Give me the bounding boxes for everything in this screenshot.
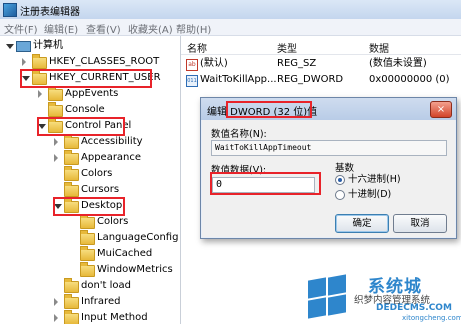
base-group: 基数 十六进制(H) 十进制(D) [335,160,448,200]
highlight-box-value-data [210,172,321,195]
folder-icon [64,182,79,197]
menu-file[interactable]: 文件(F) [4,21,38,36]
registry-tree: 计算机 HKEY_CLASSES_ROOT HKEY_CURRENT_USER … [0,36,181,324]
highlight-box-dialog-title [226,101,312,118]
watermark-url: xitongcheng.com [402,314,461,322]
column-header-data[interactable]: 数据 [369,40,389,55]
value-name: WaitToKillApp... [200,74,277,85]
value-name-label: 数值名称(N): [211,129,267,140]
dialog-body: 数值名称(N): WaitToKillAppTimeout 数值数据(V): 0… [202,120,455,237]
highlight-box-desktop [53,197,125,216]
folder-icon [80,230,95,245]
value-row[interactable]: 011 WaitToKillApp... REG_DWORD 0x0000000… [181,72,461,88]
folder-icon [80,262,95,277]
menu-edit[interactable]: 编辑(E) [44,21,78,36]
ok-button[interactable]: 确定 [335,214,389,233]
folder-icon [80,246,95,261]
windows-logo-icon [306,274,348,319]
folder-icon [64,278,79,293]
header-divider [181,54,461,55]
expand-arrow-icon[interactable] [54,154,58,162]
highlight-box-hkcu [20,69,152,88]
expand-arrow-icon[interactable] [54,298,58,306]
folder-icon [64,166,79,181]
expand-arrow-icon[interactable] [54,138,58,146]
menu-favorites[interactable]: 收藏夹(A) [128,21,173,36]
value-row[interactable]: ab (默认) REG_SZ (数值未设置) [181,56,461,72]
expand-arrow-icon[interactable] [38,90,42,98]
site-watermark: 系统城 织梦内容管理系统 DEDECMS.COM xitongcheng.com [306,270,461,324]
computer-icon [16,41,31,52]
menu-view[interactable]: 查看(V) [86,21,121,36]
value-type: REG_DWORD [277,74,344,85]
folder-icon [48,86,63,101]
binary-value-icon: 011 [186,75,198,87]
watermark-domain: DEDECMS.COM [376,303,452,313]
folder-icon [64,150,79,165]
value-name-field: WaitToKillAppTimeout [211,140,447,156]
folder-icon [64,294,79,309]
window-title: 注册表编辑器 [20,7,80,18]
folder-icon [32,54,47,69]
folder-icon [48,102,63,117]
column-header-name[interactable]: 名称 [187,40,207,55]
radio-unselected-icon[interactable] [335,190,345,200]
collapse-arrow-icon[interactable] [6,44,14,53]
value-data: 0x00000000 (0) [369,74,450,85]
value-data: (数值未设置) [369,58,427,69]
value-name: (默认) [200,58,228,69]
highlight-box-control-panel [37,117,125,136]
value-type: REG_SZ [277,58,317,69]
folder-icon [64,310,79,324]
close-icon[interactable]: × [430,101,452,118]
menu-bar: 文件(F) 编辑(E) 查看(V) 收藏夹(A) 帮助(H) [0,19,461,36]
menu-help[interactable]: 帮助(H) [176,21,211,36]
ab-string-icon: ab [186,59,198,71]
folder-icon [64,134,79,149]
radio-selected-icon[interactable] [335,175,345,185]
registry-editor-icon [3,3,17,17]
column-header-type[interactable]: 类型 [277,40,297,55]
cancel-button[interactable]: 取消 [393,214,447,233]
edit-dword-dialog: 编辑 DWORD (32 位)值 × 数值名称(N): WaitToKillAp… [200,97,457,239]
base-label: 基数 [335,163,355,174]
expand-arrow-icon[interactable] [22,58,26,66]
folder-icon [80,214,95,229]
title-bar: 注册表编辑器 [0,0,461,20]
expand-arrow-icon[interactable] [54,314,58,322]
